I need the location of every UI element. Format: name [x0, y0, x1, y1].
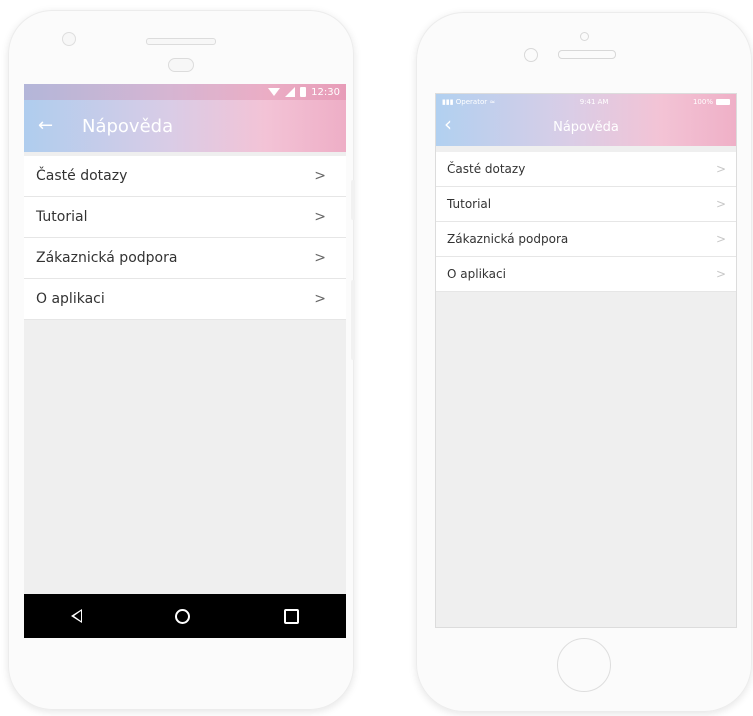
chevron-right-icon: >: [715, 162, 726, 176]
list-item-label: Zákaznická podpora: [36, 250, 178, 266]
page-title: Nápověda: [553, 119, 619, 135]
chevron-right-icon: >: [314, 209, 326, 225]
signal-icon: [285, 87, 296, 97]
list-item-tutorial[interactable]: Tutorial >: [436, 187, 736, 222]
list-item-support[interactable]: Zákaznická podpora >: [436, 222, 736, 257]
status-time: 9:41 AM: [579, 98, 609, 106]
list-item-about[interactable]: O aplikaci >: [436, 257, 736, 292]
home-button[interactable]: [557, 638, 611, 692]
list-item-label: Zákaznická podpora: [447, 232, 569, 246]
help-menu-list: Časté dotazy > Tutorial > Zákaznická pod…: [436, 152, 736, 292]
navigation-bar: ‹ Nápověda: [436, 110, 736, 144]
nav-recent-apps-icon[interactable]: [284, 608, 300, 624]
list-item-label: Časté dotazy: [36, 168, 128, 184]
list-item-faq[interactable]: Časté dotazy >: [436, 152, 736, 187]
chevron-right-icon: >: [715, 197, 726, 211]
list-item-label: O aplikaci: [36, 291, 105, 307]
list-item-label: O aplikaci: [447, 267, 506, 281]
android-screen: 12:30 ← Nápověda Časté dotazy > Tutorial…: [24, 84, 346, 638]
chevron-right-icon: >: [314, 250, 326, 266]
carrier-name: Operator: [455, 98, 488, 106]
list-item-label: Tutorial: [447, 197, 492, 211]
list-item-faq[interactable]: Časté dotazy >: [24, 156, 346, 197]
chevron-right-icon: >: [715, 232, 726, 246]
status-bar: 12:30: [24, 84, 346, 100]
battery-percent: 100%: [692, 98, 713, 106]
iphone-screen: ▮▮▮ Operator ≈ 9:41 AM 100% ‹ Nápověda Č…: [435, 93, 737, 628]
list-item-label: Časté dotazy: [447, 162, 526, 176]
list-item-label: Tutorial: [36, 209, 88, 225]
chevron-left-icon[interactable]: ‹: [444, 114, 452, 134]
proximity-sensor: [524, 48, 538, 62]
help-menu-list: Časté dotazy > Tutorial > Zákaznická pod…: [24, 156, 346, 320]
volume-button: [351, 180, 355, 220]
page-title: Nápověda: [82, 115, 174, 137]
status-time: 12:30: [311, 86, 340, 98]
proximity-sensor: [168, 58, 194, 72]
chevron-right-icon: >: [314, 291, 326, 307]
carrier-label: ▮▮▮ Operator ≈: [442, 98, 496, 106]
nav-home-icon[interactable]: [175, 608, 191, 624]
status-bar: ▮▮▮ Operator ≈ 9:41 AM 100%: [436, 94, 736, 110]
toolbar: ← Nápověda: [24, 100, 346, 152]
list-item-about[interactable]: O aplikaci >: [24, 279, 346, 320]
iphone-device-mockup: ▮▮▮ Operator ≈ 9:41 AM 100% ‹ Nápověda Č…: [416, 12, 752, 712]
earpiece-speaker: [146, 38, 216, 45]
battery-icon: [715, 99, 730, 105]
battery-status: 100%: [693, 98, 730, 106]
earpiece-speaker: [558, 50, 616, 59]
back-arrow-icon[interactable]: ←: [38, 117, 56, 135]
chevron-right-icon: >: [715, 267, 726, 281]
front-camera-icon: [580, 32, 589, 41]
power-button: [351, 280, 355, 360]
front-camera-icon: [62, 32, 76, 46]
list-item-support[interactable]: Zákaznická podpora >: [24, 238, 346, 279]
app-header: ▮▮▮ Operator ≈ 9:41 AM 100% ‹ Nápověda: [436, 94, 736, 146]
wifi-icon: [268, 88, 281, 96]
android-device-mockup: 12:30 ← Nápověda Časté dotazy > Tutorial…: [8, 10, 355, 710]
nav-back-icon[interactable]: [70, 609, 82, 623]
app-header: 12:30 ← Nápověda: [24, 84, 346, 152]
android-navigation-bar: [24, 594, 346, 638]
chevron-right-icon: >: [314, 168, 326, 184]
list-item-tutorial[interactable]: Tutorial >: [24, 197, 346, 238]
battery-icon: [300, 87, 307, 97]
